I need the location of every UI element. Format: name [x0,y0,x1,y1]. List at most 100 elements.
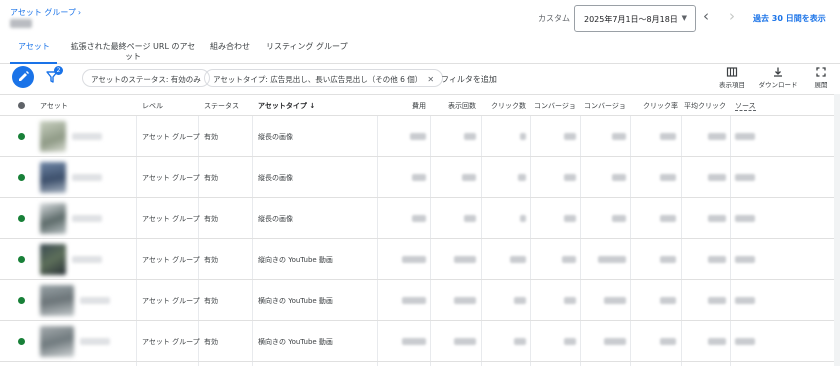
col-asset-type[interactable]: アセットタイプ ↓ [258,101,315,111]
cell-conversion-value-redacted [598,256,626,263]
cell-impressions-redacted [454,297,476,304]
cell-avg-cpc-redacted [708,215,726,222]
sort-arrow-icon: ↓ [309,102,316,110]
add-filter-button[interactable]: フィルタを追加 [441,74,497,85]
table-toolbar: 2 アセットのステータス: 有効のみ アセットタイプ: 広告見出し、長い広告見出… [0,64,840,94]
campaign-name-redacted [10,19,32,28]
table-row[interactable]: アセット グループ 有効 縦長の画像 [0,116,840,157]
tab-combinations[interactable]: 組み合わせ [210,42,250,52]
cell-status: 有効 [204,174,218,182]
col-avg-cpc[interactable]: 平均クリック [684,101,726,111]
cell-avg-cpc-redacted [708,256,726,263]
download-icon [774,67,782,77]
edit-button[interactable] [12,66,34,88]
breadcrumb-label[interactable]: アセット グループ [10,8,76,17]
table-row[interactable]: アセット グループ 有効 縦長の画像 [0,157,840,198]
col-clicks[interactable]: クリック数 [488,101,526,111]
status-enabled-icon [18,338,25,345]
cell-avg-cpc-redacted [708,174,726,181]
cell-source-redacted [735,215,755,222]
chevron-left-icon[interactable]: ‹ [703,9,709,24]
cell-asset-type: 横向きの YouTube 動画 [258,338,333,346]
asset-thumbnail[interactable] [40,121,66,152]
cell-impressions-redacted [464,133,476,140]
download-button[interactable]: ダウンロード [756,66,800,89]
close-icon[interactable]: ✕ [427,75,434,84]
cell-avg-cpc-redacted [708,133,726,140]
asset-thumbnail[interactable] [40,162,66,193]
dropdown-caret-icon: ▼ [681,14,687,22]
chevron-right-icon: › [77,8,82,17]
asset-thumbnail[interactable] [40,244,66,275]
cell-cost-redacted [402,338,426,345]
cell-cost-redacted [412,215,426,222]
date-range-select[interactable]: 2025年7月1日〜8月18日 ▼ [574,5,696,32]
col-level[interactable]: レベル [142,101,163,111]
date-range-value: 2025年7月1日〜8月18日 [584,15,678,24]
cell-asset-type: 横向きの YouTube 動画 [258,297,333,305]
cell-avg-cpc-redacted [708,338,726,345]
cell-ctr-redacted [660,338,676,345]
cell-ctr-redacted [660,297,676,304]
expand-button[interactable]: 展開 [799,66,840,89]
columns-button[interactable]: 表示項目 [710,66,754,89]
expand-icon [816,67,826,77]
table-row[interactable]: アセット グループ 有効 横向きの YouTube 動画 [0,321,840,362]
cell-clicks-redacted [520,133,526,140]
filter-chip-label: アセットタイプ: 広告見出し、長い広告見出し（その他 6 個） [213,75,423,84]
cell-ctr-redacted [660,174,676,181]
cell-conversion-value-redacted [604,297,626,304]
cell-cost-redacted [412,174,426,181]
asset-name-redacted [72,256,102,263]
cell-level: アセット グループ [142,174,200,182]
cell-asset-type: 縦向きの YouTube 動画 [258,256,333,264]
filter-chip-asset-type[interactable]: アセットタイプ: 広告見出し、長い広告見出し（その他 6 個） ✕ [204,69,444,87]
cell-cost-redacted [410,133,426,140]
tab-listing-groups[interactable]: リスティング グループ [266,42,348,52]
asset-thumbnail[interactable] [40,326,74,357]
col-source[interactable]: ソース [735,101,756,111]
cell-level: アセット グループ [142,297,200,305]
asset-thumbnail[interactable] [40,285,74,316]
breadcrumb[interactable]: アセット グループ › [10,7,81,18]
cell-clicks-redacted [514,297,526,304]
horizontal-scroll-shadow [834,94,840,366]
asset-name-redacted [72,215,102,222]
col-conversions[interactable]: コンバージョ [534,101,576,111]
col-asset-type-label: アセットタイプ [258,102,307,110]
asset-name-redacted [80,338,110,345]
cell-source-redacted [735,174,755,181]
col-ctr[interactable]: クリック率 [638,101,678,111]
filter-chip-asset-status[interactable]: アセットのステータス: 有効のみ [82,69,210,87]
expand-label: 展開 [814,81,828,89]
cell-level: アセット グループ [142,256,200,264]
asset-name-redacted [72,133,102,140]
asset-thumbnail[interactable] [40,203,66,234]
cell-impressions-redacted [454,256,476,263]
cell-source-redacted [735,133,755,140]
col-cost[interactable]: 費用 [404,101,426,111]
col-conversion-value[interactable]: コンバージョ [584,101,626,111]
cell-asset-type: 縦長の画像 [258,133,293,141]
show-last-30-days-link[interactable]: 過去 30 日間を表示 [753,13,826,24]
col-status[interactable]: ステータス [204,101,239,111]
col-asset[interactable]: アセット [40,101,68,111]
cell-status: 有効 [204,133,218,141]
table-row[interactable]: アセット グループ 有効 横向きの YouTube 動画 [0,280,840,321]
date-mode-label: カスタム [538,14,570,23]
tab-assets[interactable]: アセット [18,42,50,52]
table-row[interactable]: アセット グループ 有効 縦長の画像 [0,198,840,239]
chevron-right-icon[interactable]: › [729,9,735,24]
tab-final-url-assets[interactable]: 拡張された最終ページ URL のアセット [67,42,199,62]
cell-impressions-redacted [454,338,476,345]
status-enabled-icon [18,256,25,263]
status-column-icon [18,102,25,109]
cell-status: 有効 [204,256,218,264]
table-row[interactable]: アセット グループ 有効 縦向きの YouTube 動画 [0,239,840,280]
cell-level: アセット グループ [142,133,200,141]
asset-name-redacted [80,297,110,304]
col-impressions[interactable]: 表示回数 [438,101,476,111]
status-enabled-icon [18,215,25,222]
cell-conversion-value-redacted [612,174,626,181]
tab-bar: アセット 拡張された最終ページ URL のアセット 組み合わせ リスティング グ… [0,38,840,64]
